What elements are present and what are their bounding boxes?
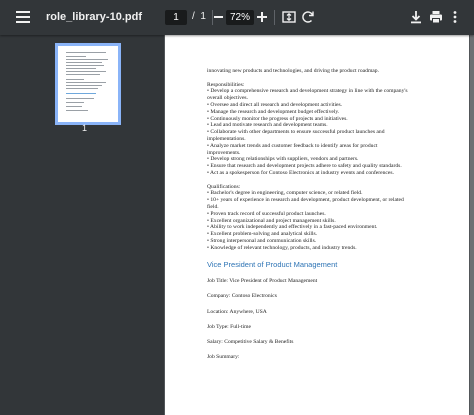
responsibility-line: • Manage the research and development bu… bbox=[207, 108, 340, 115]
section-heading: Vice President of Product Management bbox=[207, 259, 338, 269]
responsibility-line: improvements. bbox=[207, 149, 241, 156]
thumbnail-text-line bbox=[66, 68, 96, 69]
responsibility-line: overall objectives. bbox=[207, 95, 249, 102]
location-field: Location: Anywhere, USA bbox=[207, 308, 267, 315]
total-pages: 1 bbox=[200, 11, 206, 22]
scrollbar-thumb[interactable] bbox=[470, 35, 474, 415]
responsibility-line: implementations. bbox=[207, 135, 246, 142]
pdf-page: innovating new products and technologies… bbox=[165, 35, 469, 415]
page-count: / 1 bbox=[192, 11, 206, 22]
zoom-level-input[interactable]: 72% bbox=[226, 10, 254, 25]
thumbnail-text-line bbox=[66, 79, 84, 80]
page-number-input[interactable]: 1 bbox=[165, 10, 187, 25]
document-viewer[interactable]: innovating new products and technologies… bbox=[164, 35, 474, 415]
responsibility-line: • Develop a comprehensive research and d… bbox=[207, 88, 408, 95]
thumbnail-text-line bbox=[66, 59, 108, 60]
thumbnail-text-line bbox=[66, 106, 82, 107]
thumbnail-text-line bbox=[66, 110, 88, 111]
responsibilities-title: Responsibilities: bbox=[207, 81, 245, 88]
page-separator: / bbox=[192, 11, 195, 22]
print-icon[interactable] bbox=[429, 10, 443, 24]
thumbnail-text-line bbox=[66, 65, 104, 66]
responsibility-line: • Analyze market trends and customer fee… bbox=[207, 142, 378, 149]
thumbnail-text-line bbox=[66, 56, 86, 57]
zoom-in-button[interactable] bbox=[257, 12, 267, 22]
qualification-line: • Ability to work independently and effe… bbox=[207, 224, 378, 231]
vertical-scrollbar[interactable] bbox=[469, 35, 474, 415]
qualification-line: • 10+ years of experience in research an… bbox=[207, 197, 404, 204]
qualification-line: • Proven track record of successful prod… bbox=[207, 210, 326, 217]
page-content: innovating new products and technologies… bbox=[207, 68, 423, 369]
thumbnail-text-line bbox=[66, 71, 106, 72]
qualification-line: • Excellent problem-solving and analytic… bbox=[207, 231, 318, 238]
toolbar-divider bbox=[212, 10, 213, 25]
rotate-counterclockwise-icon[interactable] bbox=[301, 10, 315, 24]
hamburger-menu-icon[interactable] bbox=[16, 11, 30, 23]
thumbnail-text-line bbox=[66, 74, 100, 75]
qualification-line: • Knowledge of relevant technology, prod… bbox=[207, 244, 357, 251]
download-icon[interactable] bbox=[409, 10, 423, 24]
thumbnail-page-number: 1 bbox=[82, 123, 88, 133]
thumbnail-text-line bbox=[66, 52, 106, 53]
thumbnail-text-line bbox=[66, 98, 94, 99]
thumbnail-text-line bbox=[66, 62, 102, 63]
more-actions-icon[interactable] bbox=[452, 10, 458, 24]
toolbar-divider bbox=[274, 10, 275, 25]
salary-field: Salary: Competitive Salary & Benefits bbox=[207, 338, 294, 345]
document-title: role_library-10.pdf bbox=[46, 11, 142, 23]
page-thumbnail[interactable] bbox=[55, 43, 121, 125]
responsibility-line: • Continuously monitor the progress of p… bbox=[207, 115, 348, 122]
job-type-field: Job Type: Full-time bbox=[207, 323, 251, 330]
thumbnail-text-line bbox=[66, 85, 102, 86]
zoom-out-button[interactable] bbox=[214, 16, 223, 18]
qualification-line: • Strong interpersonal and communication… bbox=[207, 237, 317, 244]
fit-to-page-icon[interactable] bbox=[282, 10, 296, 24]
thumbnail-heading-line bbox=[66, 93, 96, 94]
job-title-field: Job Title: Vice President of Product Man… bbox=[207, 278, 318, 285]
pdf-toolbar: role_library-10.pdf 1 / 1 72% bbox=[0, 0, 474, 35]
responsibility-line: • Ensure that research and development p… bbox=[207, 163, 402, 170]
responsibility-line: • Collaborate with other departments to … bbox=[207, 129, 385, 136]
responsibility-line: • Oversee and direct all research and de… bbox=[207, 101, 343, 108]
qualification-line: field. bbox=[207, 203, 219, 210]
company-field: Company: Contoso Electronics bbox=[207, 293, 277, 300]
intro-line: innovating new products and technologies… bbox=[207, 68, 379, 74]
thumbnail-text-line bbox=[66, 88, 98, 89]
job-summary-field: Job Summary: bbox=[207, 353, 240, 360]
thumbnail-sidebar: 1 bbox=[0, 35, 164, 415]
thumbnail-text-line bbox=[66, 102, 84, 103]
thumbnail-text-line bbox=[66, 82, 106, 83]
responsibility-line: • Act as a spokesperson for Contoso Elec… bbox=[207, 169, 394, 176]
